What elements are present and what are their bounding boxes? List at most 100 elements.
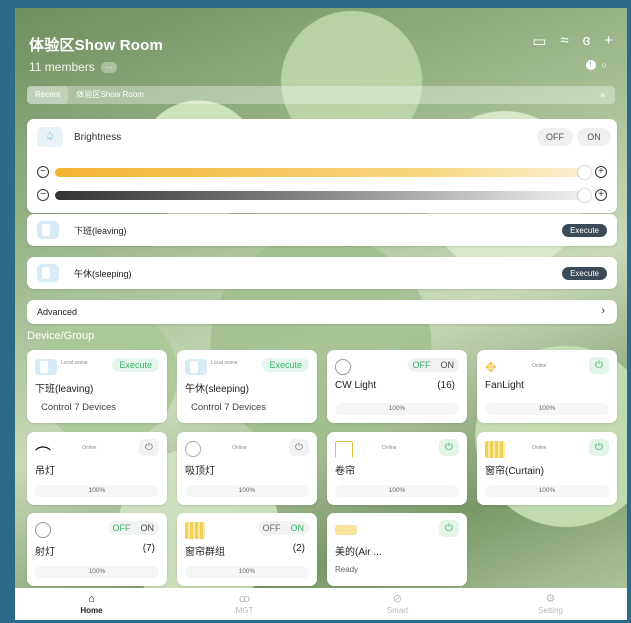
ceiling-light-icon bbox=[185, 441, 201, 457]
power-icon[interactable]: ⏻ bbox=[439, 520, 459, 537]
add-icon[interactable]: + bbox=[604, 32, 613, 50]
power-icon[interactable]: ⏻ bbox=[289, 439, 309, 456]
on-button[interactable]: ON bbox=[286, 521, 310, 535]
level-bar[interactable]: 100% bbox=[185, 485, 309, 497]
members-row[interactable]: 11 members ⋯ bbox=[29, 60, 117, 74]
air-conditioner-icon bbox=[335, 525, 357, 535]
device-tile[interactable]: OFF ON CW Light (16) 100% bbox=[327, 350, 467, 423]
execute-button[interactable]: Execute bbox=[562, 267, 607, 280]
scene-label: 下班(leaving) bbox=[74, 226, 127, 236]
tile-name: 射灯 bbox=[35, 547, 55, 558]
off-button[interactable]: OFF bbox=[108, 521, 136, 535]
device-tile[interactable]: Online ⏻ 窗帘(Curtain) 100% bbox=[477, 432, 617, 505]
message-indicator[interactable]: ! ○ bbox=[585, 60, 607, 70]
scene-icon[interactable]: ɞ bbox=[583, 32, 591, 50]
roller-blind-icon bbox=[335, 441, 353, 458]
slider-handle[interactable] bbox=[578, 166, 591, 179]
tile-tag: Local scene bbox=[211, 360, 238, 366]
power-icon[interactable]: ⏻ bbox=[439, 439, 459, 456]
brightness-on-button[interactable]: ON bbox=[577, 128, 611, 146]
execute-button[interactable]: Execute bbox=[112, 358, 159, 372]
app-frame: 体验区Show Room ▭ ≈ ɞ + 11 members ⋯ ! ○ Re… bbox=[15, 8, 627, 620]
tile-subtitle: Control 7 Devices bbox=[41, 402, 116, 413]
online-status: Online bbox=[532, 445, 547, 451]
execute-button[interactable]: Execute bbox=[262, 358, 309, 372]
level-bar[interactable]: 100% bbox=[185, 566, 309, 578]
color-temp-slider-row: − + bbox=[35, 189, 609, 205]
nav-smart[interactable]: ⊘ Smart bbox=[321, 588, 474, 620]
nav-smart-label: Smart bbox=[386, 606, 409, 615]
group-toggle[interactable]: OFF ON bbox=[107, 521, 160, 535]
bottom-nav: ⌂ Home ꝏ MGT ⊘ Smart ⚙ Setting bbox=[15, 588, 627, 620]
advanced-label: Advanced bbox=[37, 307, 78, 317]
power-icon[interactable]: ⏻ bbox=[139, 439, 159, 456]
device-tile[interactable]: ⌒ Online ⏻ 吊灯 100% bbox=[27, 432, 167, 505]
level-bar[interactable]: 100% bbox=[335, 485, 459, 497]
tile-name: 下班(leaving) bbox=[35, 384, 94, 395]
home-icon: ⌂ bbox=[88, 593, 95, 605]
execute-button[interactable]: Execute bbox=[562, 224, 607, 237]
color-temperature-slider[interactable] bbox=[55, 189, 591, 202]
plus-icon[interactable]: + bbox=[595, 189, 607, 201]
device-tile[interactable]: ✥ Online ⏻ FanLight 100% bbox=[477, 350, 617, 423]
list-view-icon[interactable]: ▭ bbox=[532, 32, 546, 50]
tab-recent[interactable]: Recent bbox=[27, 86, 69, 104]
brightness-slider[interactable] bbox=[55, 166, 591, 179]
device-tile[interactable]: ⏻ 美的(Air ... Ready bbox=[327, 513, 467, 586]
scene-row[interactable]: 午休(sleeping) Execute bbox=[27, 257, 617, 289]
nav-mgt[interactable]: ꝏ MGT bbox=[168, 588, 321, 620]
device-tile[interactable]: OFF ON 射灯 (7) 100% bbox=[27, 513, 167, 586]
group-toggle[interactable]: OFF ON bbox=[407, 358, 460, 372]
scene-door-icon bbox=[35, 359, 57, 375]
tile-name: 吊灯 bbox=[35, 466, 55, 477]
signal-icon[interactable]: ≈ bbox=[560, 32, 568, 50]
brightness-slider-row: − + bbox=[35, 166, 609, 182]
level-bar[interactable]: 100% bbox=[335, 403, 459, 415]
tile-name: 吸顶灯 bbox=[185, 466, 215, 477]
tile-name: FanLight bbox=[485, 380, 524, 391]
level-bar[interactable]: 100% bbox=[485, 403, 609, 415]
chevron-right-icon: › bbox=[601, 305, 605, 317]
tile-subtitle: Control 7 Devices bbox=[191, 402, 266, 413]
header-toolbar: ▭ ≈ ɞ + bbox=[532, 32, 613, 50]
device-tile[interactable]: Local scene Execute 午休(sleeping) Control… bbox=[177, 350, 317, 423]
nav-setting-label: Setting bbox=[538, 606, 563, 615]
level-bar[interactable]: 100% bbox=[485, 485, 609, 497]
minus-icon[interactable]: − bbox=[37, 189, 49, 201]
nav-setting[interactable]: ⚙ Setting bbox=[474, 588, 627, 620]
on-button[interactable]: ON bbox=[136, 521, 160, 535]
minus-icon[interactable]: − bbox=[37, 166, 49, 178]
members-count: 11 members bbox=[29, 60, 95, 74]
slider-handle[interactable] bbox=[578, 189, 591, 202]
smart-icon: ⊘ bbox=[392, 593, 403, 605]
brightness-card: ♤ Brightness OFF ON − + − + bbox=[27, 119, 617, 213]
device-tile[interactable]: Online ⏻ 吸顶灯 100% bbox=[177, 432, 317, 505]
tile-name: 窗帘群组 bbox=[185, 547, 225, 558]
curtain-icon bbox=[185, 522, 205, 539]
device-tile[interactable]: Online ⏻ 卷帘 100% bbox=[327, 432, 467, 505]
off-button[interactable]: OFF bbox=[258, 521, 286, 535]
advanced-row[interactable]: Advanced › bbox=[27, 300, 617, 324]
nav-home[interactable]: ⌂ Home bbox=[15, 588, 168, 620]
plus-icon[interactable]: + bbox=[595, 166, 607, 178]
scene-row[interactable]: 下班(leaving) Execute bbox=[27, 214, 617, 246]
scene-label: 午休(sleeping) bbox=[74, 269, 132, 279]
level-bar[interactable]: 100% bbox=[35, 485, 159, 497]
online-status: Online bbox=[532, 363, 547, 369]
power-icon[interactable]: ⏻ bbox=[589, 439, 609, 456]
brightness-off-button[interactable]: OFF bbox=[537, 128, 573, 146]
home-title[interactable]: 体验区Show Room bbox=[29, 34, 163, 55]
scene-door-icon bbox=[37, 221, 59, 239]
device-tile[interactable]: Local scene Execute 下班(leaving) Control … bbox=[27, 350, 167, 423]
menu-icon[interactable]: ≡ bbox=[600, 91, 605, 100]
scene-door-icon bbox=[185, 359, 207, 375]
on-button[interactable]: ON bbox=[436, 358, 460, 372]
off-button[interactable]: OFF bbox=[408, 358, 436, 372]
power-icon[interactable]: ⏻ bbox=[589, 357, 609, 374]
tab-show-room[interactable]: 体验区Show Room bbox=[68, 86, 152, 104]
level-bar[interactable]: 100% bbox=[35, 566, 159, 578]
device-tile[interactable]: OFF ON 窗帘群组 (2) 100% bbox=[177, 513, 317, 586]
tile-count: (2) bbox=[292, 543, 305, 554]
group-toggle[interactable]: OFF ON bbox=[257, 521, 310, 535]
gear-icon: ⚙ bbox=[545, 593, 556, 605]
